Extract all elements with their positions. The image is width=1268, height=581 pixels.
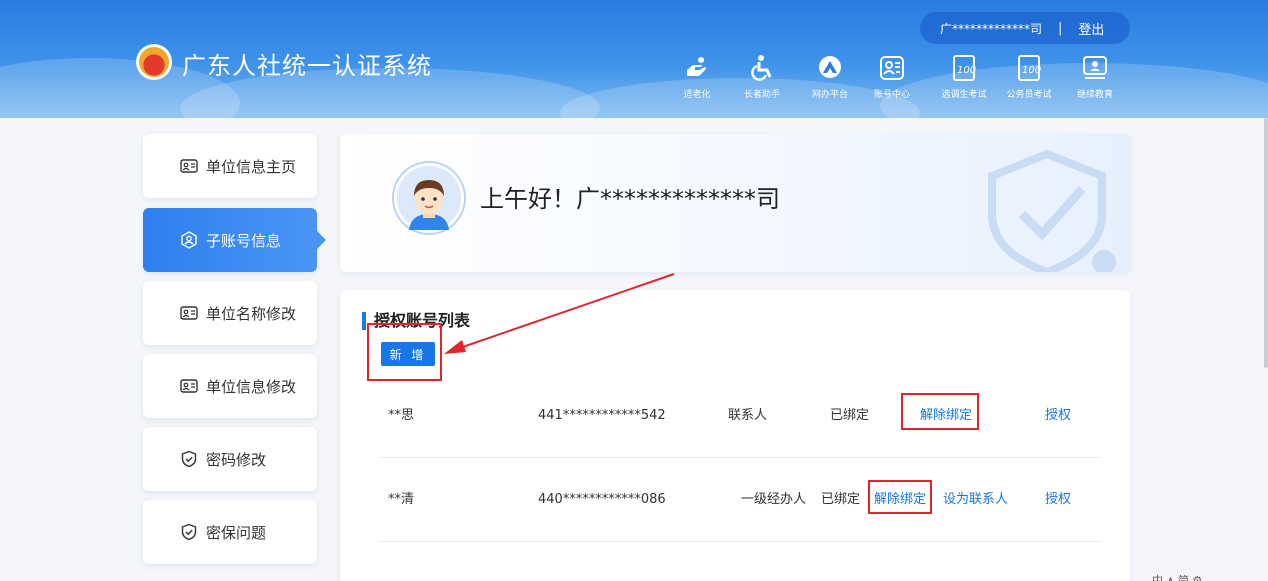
nav-item-elderly[interactable]: 适老化 [665,54,729,100]
accessibility-icon [751,55,772,81]
app-logo [136,44,172,80]
sidebar-item-label: 单位名称修改 [206,304,297,323]
shield-decoration-icon [988,149,1116,272]
nav-item-service-platform[interactable]: 网办平台 [798,54,862,100]
account-id: 440************086 [538,492,666,507]
nav-label: 选调生考试 [941,90,987,100]
sidebar-item-company-home[interactable]: 单位信息主页 [143,134,317,198]
id-card-icon [180,159,198,173]
service-platform-icon [819,56,841,78]
nav-item-continuing-education[interactable]: 继续教育 [1063,54,1127,100]
table-row: **思 441************542 联系人 已绑定 解除绑定 授权 [378,374,1102,458]
user-name: 广*************司 [940,21,1043,36]
avatar [394,163,464,233]
sidebar-item-label: 密码修改 [206,450,267,469]
app-title: 广东人社统一认证系统 [182,52,432,80]
id-card-icon [180,379,198,393]
account-center-icon [880,56,904,80]
nav-label: 账号中心 [873,90,910,100]
nav-label: 长者助手 [743,90,780,100]
ime-toolbar: 中 ∧ 简 ⚙ [1152,574,1203,581]
nav-item-civil-service-exam[interactable]: 100 公务员考试 [997,54,1061,100]
sidebar-item-label: 单位信息修改 [206,377,297,396]
nav-item-account-center[interactable]: 账号中心 [860,54,924,100]
nav-label: 公务员考试 [1006,90,1052,100]
row-divider [378,541,1102,542]
sidebar-item-password[interactable]: 密码修改 [143,427,317,491]
account-role: 一级经办人 [741,492,807,507]
elderly-care-icon [687,57,706,76]
authorize-link[interactable]: 授权 [1045,458,1071,542]
account-name: **思 [388,408,415,423]
account-name: **清 [388,492,415,507]
welcome-card: 上午好！广*************司 [340,134,1130,272]
exam-icon: 100 [953,55,976,81]
authorize-link[interactable]: 授权 [1045,374,1071,458]
account-role: 联系人 [728,408,768,423]
nav-item-selection-exam[interactable]: 100 选调生考试 [932,54,996,100]
avatar-face-icon [397,166,461,230]
id-card-icon [180,306,198,320]
user-bar: 广*************司 | 登出 [920,12,1130,44]
nav-label: 继续教育 [1076,90,1113,100]
account-id: 441************542 [538,408,666,423]
nav-label: 适老化 [683,90,711,100]
table-row: **清 440************086 一级经办人 已绑定 解除绑定 设为… [378,458,1102,542]
greeting-text: 上午好！广*************司 [480,185,780,213]
svg-text:100: 100 [1022,65,1041,76]
bind-status: 已绑定 [830,408,870,423]
education-icon [1083,56,1107,79]
annotation-arrow [444,273,675,354]
set-contact-link[interactable]: 设为联系人 [943,458,1008,542]
sidebar-item-label: 密保问题 [206,523,267,542]
logout-button[interactable]: 登出 [1078,19,1104,38]
annotation-box-add [367,323,442,381]
shield-check-icon [181,450,197,468]
sidebar-item-info-change[interactable]: 单位信息修改 [143,354,317,418]
nav-label: 网办平台 [811,90,848,100]
user-bar-separator: | [1058,20,1063,36]
sidebar-item-label: 单位信息主页 [206,157,297,176]
page-scrollbar[interactable] [1264,118,1268,368]
annotation-box-unbind [901,393,979,430]
sub-account-icon [181,231,197,249]
sidebar-item-label: 子账号信息 [206,231,282,250]
bind-status: 已绑定 [821,492,861,507]
sidebar-item-sub-account[interactable]: 子账号信息 [143,208,326,272]
shield-check-icon [181,523,197,541]
exam-icon: 100 [1018,55,1041,81]
svg-text:100: 100 [957,65,976,76]
sidebar-item-name-change[interactable]: 单位名称修改 [143,281,317,345]
top-header: 广东人社统一认证系统 广*************司 | 登出 适老化 长者助手… [0,0,1268,118]
sidebar-item-security-question[interactable]: 密保问题 [143,500,317,564]
nav-item-senior-assistant[interactable]: 长者助手 [730,54,794,100]
annotation-box-unbind-2 [868,480,932,514]
